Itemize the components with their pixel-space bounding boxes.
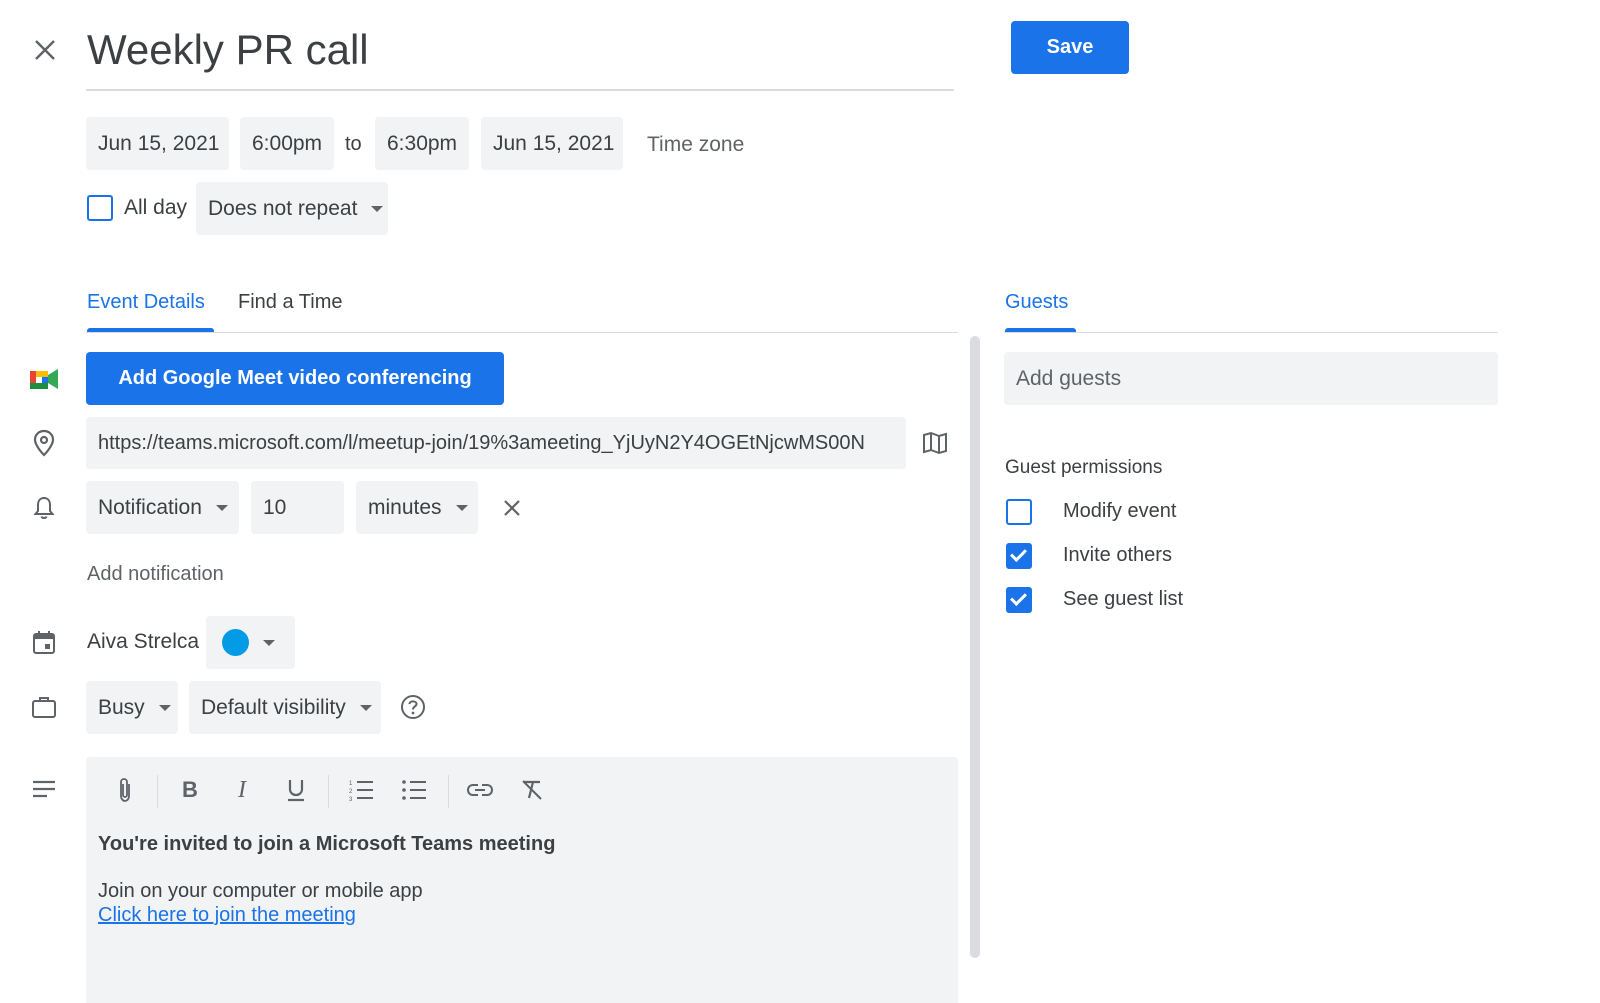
bold-icon[interactable]: B <box>172 772 208 808</box>
calendar-owner-name: Aiva Strelca <box>87 630 200 653</box>
invite-others-checkbox[interactable] <box>1006 543 1032 569</box>
description-heading: You're invited to join a Microsoft Teams… <box>98 833 556 855</box>
visibility-value: Default visibility <box>201 695 346 719</box>
add-guests-placeholder: Add guests <box>1016 366 1122 390</box>
tab-guests[interactable]: Guests <box>1005 291 1068 314</box>
end-time-field[interactable]: 6:30pm <box>375 117 469 170</box>
see-guest-list-checkbox[interactable] <box>1006 587 1032 613</box>
briefcase-icon <box>29 692 59 722</box>
help-icon[interactable] <box>398 692 428 722</box>
modify-event-checkbox[interactable] <box>1006 499 1032 525</box>
notification-unit-value: minutes <box>368 495 442 519</box>
toolbar-separator <box>448 775 449 808</box>
scrollbar-thumb[interactable] <box>970 336 980 958</box>
svg-text:1: 1 <box>349 781 353 787</box>
chevron-down-icon <box>371 205 384 212</box>
notification-type-dropdown[interactable]: Notification <box>86 481 239 534</box>
tabs-divider <box>86 332 958 333</box>
close-icon[interactable] <box>28 33 62 67</box>
location-input[interactable]: https://teams.microsoft.com/l/meetup-joi… <box>86 417 906 469</box>
toolbar-separator <box>157 775 158 808</box>
tab-event-details[interactable]: Event Details <box>87 291 205 314</box>
availability-dropdown[interactable]: Busy <box>86 681 178 734</box>
add-google-meet-label: Add Google Meet video conferencing <box>118 367 472 389</box>
remove-notification-icon[interactable] <box>498 494 526 522</box>
map-icon[interactable] <box>920 428 950 458</box>
attachment-icon[interactable] <box>107 772 143 808</box>
chevron-down-icon <box>215 504 228 511</box>
clear-formatting-icon[interactable] <box>514 772 550 808</box>
location-pin-icon <box>29 428 59 458</box>
start-time-value: 6:00pm <box>252 131 323 155</box>
modify-event-label: Modify event <box>1063 500 1177 522</box>
chevron-down-icon <box>455 504 468 511</box>
repeat-value: Does not repeat <box>208 196 358 220</box>
location-value: https://teams.microsoft.com/l/meetup-joi… <box>98 431 865 454</box>
guests-divider <box>1004 332 1498 333</box>
all-day-checkbox[interactable] <box>87 195 113 221</box>
to-label: to <box>345 133 362 155</box>
start-date-value: Jun 15, 2021 <box>98 131 220 155</box>
guest-permissions-title: Guest permissions <box>1005 457 1163 478</box>
end-time-value: 6:30pm <box>387 131 458 155</box>
start-date-field[interactable]: Jun 15, 2021 <box>86 117 229 170</box>
event-title-input[interactable]: Weekly PR call <box>87 26 369 74</box>
color-swatch <box>222 629 249 656</box>
add-notification-link[interactable]: Add notification <box>87 563 224 586</box>
italic-icon[interactable]: I <box>224 772 260 808</box>
invite-others-label: Invite others <box>1063 544 1172 566</box>
add-guests-input[interactable]: Add guests <box>1004 352 1498 405</box>
save-label: Save <box>1046 36 1094 58</box>
calendar-color-dropdown[interactable] <box>206 616 295 669</box>
bulleted-list-icon[interactable] <box>396 772 432 808</box>
notification-type-value: Notification <box>98 495 202 519</box>
end-date-value: Jun 15, 2021 <box>493 131 615 155</box>
description-icon <box>29 774 59 804</box>
chevron-down-icon <box>359 704 372 711</box>
notification-amount-value: 10 <box>263 495 287 519</box>
link-icon[interactable] <box>462 772 498 808</box>
repeat-dropdown[interactable]: Does not repeat <box>196 182 388 235</box>
bell-icon <box>29 493 59 523</box>
calendar-icon <box>29 627 59 657</box>
svg-text:3: 3 <box>349 797 353 801</box>
start-time-field[interactable]: 6:00pm <box>240 117 334 170</box>
chevron-down-icon <box>158 704 171 711</box>
availability-value: Busy <box>98 695 145 719</box>
underline-icon[interactable] <box>278 772 314 808</box>
save-button[interactable]: Save <box>1011 21 1129 74</box>
tab-find-a-time[interactable]: Find a Time <box>238 291 342 314</box>
all-day-label: All day <box>124 196 188 219</box>
end-date-field[interactable]: Jun 15, 2021 <box>481 117 623 170</box>
add-google-meet-button[interactable]: Add Google Meet video conferencing <box>86 352 504 405</box>
see-guest-list-label: See guest list <box>1063 588 1184 610</box>
toolbar-separator <box>328 775 329 808</box>
notification-unit-dropdown[interactable]: minutes <box>356 481 478 534</box>
title-underline <box>86 89 954 91</box>
svg-text:2: 2 <box>349 789 353 795</box>
chevron-down-icon <box>263 639 275 646</box>
google-meet-icon <box>29 364 59 394</box>
join-meeting-link[interactable]: Click here to join the meeting <box>98 904 356 927</box>
notification-amount-input[interactable]: 10 <box>251 481 344 534</box>
description-line: Join on your computer or mobile app <box>98 880 423 902</box>
visibility-dropdown[interactable]: Default visibility <box>189 681 381 734</box>
numbered-list-icon[interactable]: 1 2 3 <box>343 772 379 808</box>
timezone-button[interactable]: Time zone <box>647 133 744 157</box>
